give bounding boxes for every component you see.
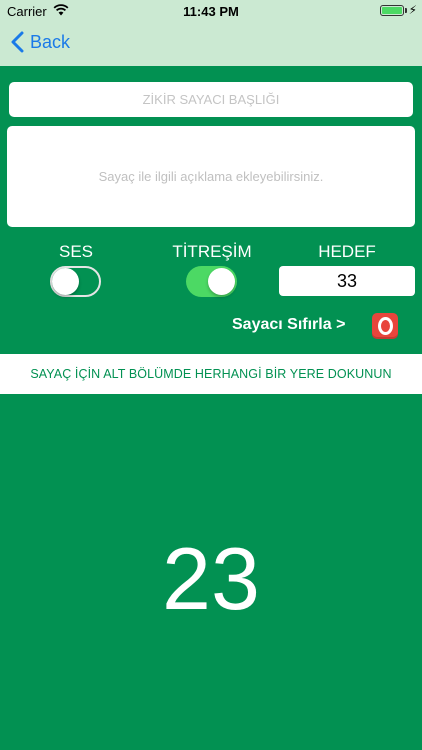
- target-label: HEDEF: [318, 242, 376, 261]
- vibration-label: TİTREŞİM: [172, 242, 252, 261]
- status-bar: Carrier 11:43 PM ⚡: [0, 0, 422, 22]
- back-button[interactable]: Back: [10, 31, 70, 53]
- sound-label: SES: [58, 242, 94, 261]
- reset-o-glyph: [377, 317, 393, 335]
- counter-title-input[interactable]: [9, 82, 413, 117]
- tap-instruction-banner: SAYAÇ İÇİN ALT BÖLÜMDE HERHANGİ BİR YERE…: [0, 354, 422, 394]
- charging-icon: ⚡: [408, 3, 417, 17]
- vibration-toggle-knob: [208, 268, 235, 295]
- back-label: Back: [30, 31, 71, 52]
- sound-toggle-knob: [52, 268, 79, 295]
- counter-value: 23: [162, 529, 260, 628]
- target-input[interactable]: [279, 266, 415, 296]
- sound-toggle[interactable]: [50, 266, 101, 297]
- battery-icon: [380, 5, 404, 16]
- description-field[interactable]: Sayaç ile ilgili açıklama ekleyebilirsin…: [7, 126, 415, 227]
- navigation-bar: Back: [0, 22, 422, 66]
- description-placeholder: Sayaç ile ilgili açıklama ekleyebilirsin…: [98, 169, 324, 184]
- reset-counter-link[interactable]: Sayacı Sıfırla >: [232, 316, 345, 334]
- battery-tip: [405, 8, 407, 13]
- vibration-toggle[interactable]: [186, 266, 237, 297]
- tap-instruction-text: SAYAÇ İÇİN ALT BÖLÜMDE HERHANGİ BİR YERE…: [30, 367, 392, 381]
- reset-icon[interactable]: [372, 313, 398, 339]
- clock: 11:43 PM: [183, 4, 239, 19]
- chevron-left-icon: [11, 31, 24, 53]
